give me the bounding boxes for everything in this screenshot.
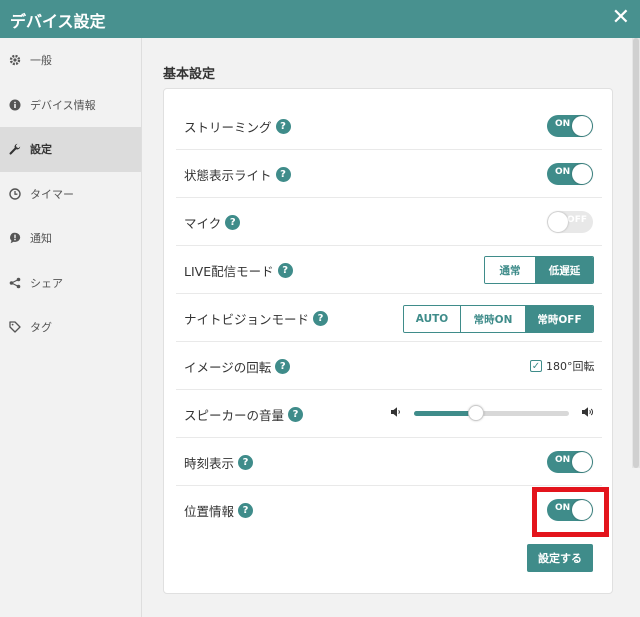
streaming-toggle[interactable]: ON — [547, 115, 593, 137]
help-icon[interactable]: ? — [275, 118, 291, 134]
row-label: 位置情報 ? — [184, 486, 254, 534]
info-icon — [8, 98, 22, 112]
row-label: 時刻表示 ? — [184, 438, 254, 486]
sidebar-item-label: 一般 — [30, 54, 52, 68]
toggle-state-label: ON — [555, 119, 571, 129]
rotate-180-checkbox[interactable]: ✓ 180°回転 — [530, 358, 595, 374]
title-bar: デバイス設定 ✕ — [0, 0, 640, 38]
volume-high-icon — [581, 403, 595, 417]
mic-toggle[interactable]: OFF — [547, 211, 593, 233]
row-label: LIVE配信モード ? — [184, 246, 293, 294]
live-mode-label: LIVE配信モード — [184, 263, 274, 279]
toggle-state-label: ON — [555, 455, 571, 465]
slider-fill — [414, 411, 476, 416]
row-night-vision: ナイトビジョンモード ? AUTO 常時ON 常時OFF — [176, 294, 602, 342]
sidebar-item-settings[interactable]: 設定 — [0, 127, 141, 172]
row-label: ナイトビジョンモード ? — [184, 294, 329, 342]
toggle-knob — [572, 452, 592, 472]
scrollbar[interactable] — [632, 38, 640, 468]
sidebar-item-tags[interactable]: タグ — [0, 305, 141, 350]
notification-icon — [8, 231, 22, 245]
night-vision-option-always-off[interactable]: 常時OFF — [525, 306, 593, 332]
row-label: スピーカーの音量 ? — [184, 390, 304, 438]
gear-icon — [8, 53, 22, 67]
help-icon[interactable]: ? — [277, 262, 293, 278]
slider-thumb[interactable] — [468, 405, 484, 421]
image-rotation-label: イメージの回転 — [184, 359, 272, 375]
toggle-knob — [572, 164, 592, 184]
time-display-label: 時刻表示 — [184, 455, 235, 471]
sidebar-item-general[interactable]: 一般 — [0, 38, 141, 83]
sidebar-item-label: タイマー — [30, 187, 74, 201]
speaker-volume-label: スピーカーの音量 — [184, 407, 285, 423]
time-display-toggle[interactable]: ON — [547, 451, 593, 473]
row-mic: マイク ? OFF — [176, 198, 602, 246]
help-icon[interactable]: ? — [288, 406, 304, 422]
speaker-volume-slider[interactable] — [414, 402, 569, 424]
close-icon[interactable]: ✕ — [612, 6, 630, 30]
wrench-icon — [8, 142, 22, 156]
sidebar-item-label: 通知 — [30, 232, 52, 246]
row-label: イメージの回転 ? — [184, 342, 291, 390]
help-icon[interactable]: ? — [275, 166, 291, 182]
row-streaming: ストリーミング ? ON — [176, 102, 602, 150]
sidebar-item-label: 設定 — [30, 143, 52, 157]
toggle-knob — [548, 212, 568, 232]
row-speaker-volume: スピーカーの音量 ? — [176, 390, 602, 438]
row-status-light: 状態表示ライト ? ON — [176, 150, 602, 198]
status-light-toggle[interactable]: ON — [547, 163, 593, 185]
toggle-state-label: ON — [555, 167, 571, 177]
toggle-state-label: OFF — [567, 215, 587, 225]
scrollbar-thumb[interactable] — [633, 38, 639, 468]
live-mode-selector: 通常 低遅延 — [484, 256, 594, 284]
section-title: 基本設定 — [163, 67, 216, 82]
row-time-display: 時刻表示 ? ON — [176, 438, 602, 486]
sidebar: 一般 デバイス情報 設定 タイマー 通知 シェア タグ — [0, 38, 142, 617]
live-mode-option-normal[interactable]: 通常 — [485, 257, 535, 283]
help-icon[interactable]: ? — [313, 310, 329, 326]
row-live-mode: LIVE配信モード ? 通常 低遅延 — [176, 246, 602, 294]
row-label: 状態表示ライト ? — [184, 150, 291, 198]
help-icon[interactable]: ? — [275, 358, 291, 374]
submit-settings-button[interactable]: 設定する — [527, 544, 593, 572]
sidebar-item-device-info[interactable]: デバイス情報 — [0, 83, 141, 128]
night-vision-option-auto[interactable]: AUTO — [404, 306, 460, 332]
volume-low-icon — [390, 403, 404, 417]
tag-icon — [8, 320, 22, 334]
sidebar-item-timer[interactable]: タイマー — [0, 172, 141, 217]
mic-label: マイク — [184, 215, 222, 231]
sidebar-item-label: シェア — [30, 276, 63, 290]
streaming-label: ストリーミング — [184, 119, 272, 135]
checkbox-check-icon: ✓ — [530, 360, 542, 372]
toggle-knob — [572, 116, 592, 136]
clock-icon — [8, 187, 22, 201]
night-vision-selector: AUTO 常時ON 常時OFF — [403, 305, 594, 333]
sidebar-item-share[interactable]: シェア — [0, 261, 141, 306]
help-icon[interactable]: ? — [238, 454, 254, 470]
sidebar-item-label: デバイス情報 — [30, 98, 96, 112]
live-mode-option-low-latency[interactable]: 低遅延 — [535, 257, 593, 283]
night-vision-option-always-on[interactable]: 常時ON — [460, 306, 525, 332]
sidebar-item-notifications[interactable]: 通知 — [0, 216, 141, 261]
row-image-rotation: イメージの回転 ? ✓ 180°回転 — [176, 342, 602, 390]
help-icon[interactable]: ? — [238, 502, 254, 518]
highlight-box — [532, 487, 609, 537]
checkbox-label: 180°回転 — [546, 360, 595, 373]
share-icon — [8, 276, 22, 290]
row-label: ストリーミング ? — [184, 102, 291, 150]
sidebar-item-label: タグ — [30, 321, 52, 335]
row-label: マイク ? — [184, 198, 241, 246]
location-label: 位置情報 — [184, 503, 235, 519]
status-light-label: 状態表示ライト — [184, 167, 272, 183]
window-title: デバイス設定 — [10, 12, 106, 31]
night-vision-label: ナイトビジョンモード — [184, 311, 310, 327]
help-icon[interactable]: ? — [225, 214, 241, 230]
